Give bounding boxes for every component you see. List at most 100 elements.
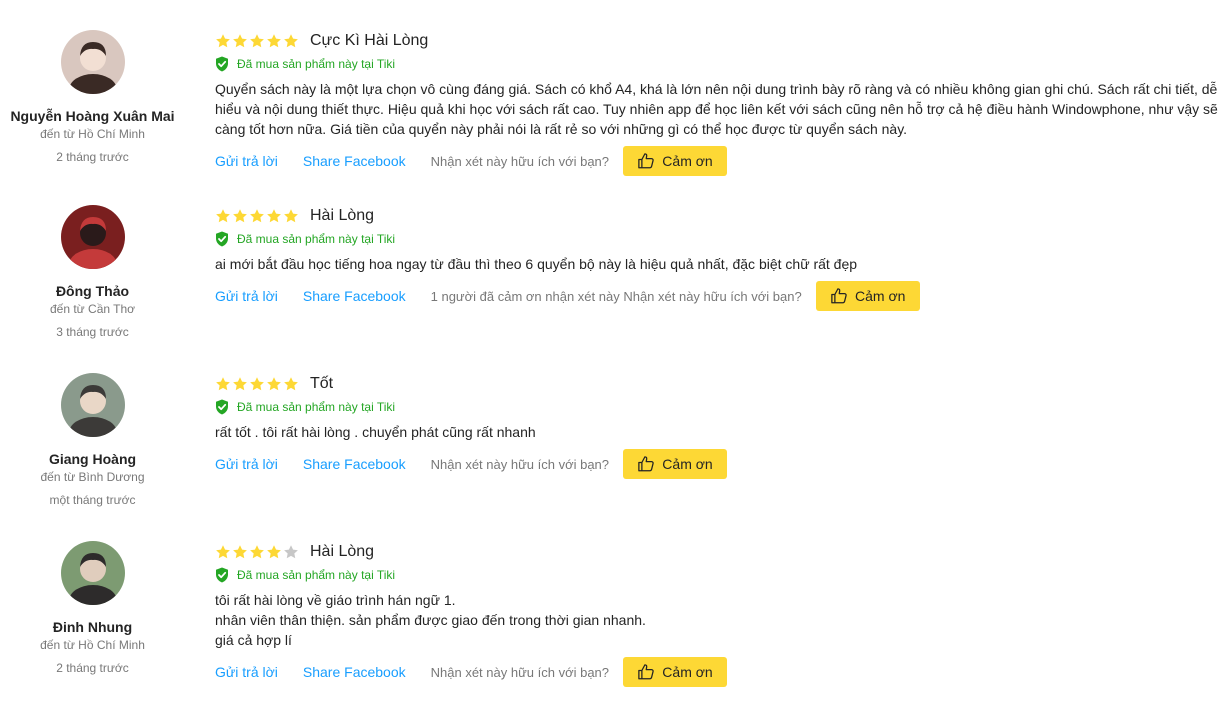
review-title: Hài Lòng	[310, 207, 375, 224]
star-icon	[250, 377, 264, 391]
star-icon	[267, 545, 281, 559]
review-body: rất tốt . tôi rất hài lòng . chuyển phát…	[215, 422, 1223, 442]
review-text-line: càng tốt hơn nữa. Giá tiền của quyển này…	[215, 121, 908, 137]
shield-check-icon	[216, 567, 228, 583]
review-title: Cực Kì Hài Lòng	[310, 32, 429, 49]
review-actions: Gửi trả lời Share Facebook 1 người đã cảm …	[215, 280, 1223, 312]
share-facebook-link[interactable]: Share Facebook	[303, 664, 406, 680]
review-author: Đông Thảo đến từ Cần Thơ 3 tháng trước	[0, 205, 185, 339]
author-name: Đinh Nhung	[52, 619, 133, 635]
thanks-button[interactable]: Cảm ơn	[623, 146, 728, 176]
review-text-line: nhân viên thân thiện. sản phẩm được giao…	[215, 612, 646, 628]
review-text-line: tôi rất hài lòng về giáo trình hán ngữ 1…	[215, 592, 456, 608]
verified-purchase: Đã mua sản phẩm này tại Tiki	[215, 567, 1223, 583]
review-text-line: Quyển sách này là một lựa chọn vô cùng đ…	[215, 81, 1218, 97]
helpful-question: Nhận xét này hữu ích với bạn?	[430, 456, 610, 472]
star-icon	[267, 209, 281, 223]
review-actions: Gửi trả lời Share Facebook Nhận xét này hữ…	[215, 145, 1223, 177]
thanks-label: Cảm ơn	[662, 456, 713, 472]
review-actions: Gửi trả lời Share Facebook Nhận xét này hữ…	[215, 656, 1223, 688]
thumbs-up-icon	[638, 664, 655, 680]
share-facebook-link[interactable]: Share Facebook	[303, 456, 406, 472]
review-text-line: rất tốt . tôi rất hài lòng . chuyển phát…	[215, 424, 536, 440]
review-time: 2 tháng trước	[56, 661, 129, 675]
thanks-button[interactable]: Cảm ơn	[815, 281, 920, 311]
verified-text: Đã mua sản phẩm này tại Tiki	[237, 568, 396, 582]
review-author: Đinh Nhung đến từ Hồ Chí Minh 2 tháng trướ…	[0, 541, 185, 675]
verified-text: Đã mua sản phẩm này tại Tiki	[237, 400, 396, 414]
rating-row: Tốt	[215, 373, 1223, 395]
avatar	[60, 373, 125, 437]
star-rating	[215, 544, 299, 560]
review-time: 3 tháng trước	[56, 325, 129, 339]
star-icon	[250, 545, 264, 559]
star-icon	[216, 34, 230, 48]
verified-purchase: Đã mua sản phẩm này tại Tiki	[215, 231, 1223, 247]
review-title: Tốt	[310, 375, 334, 392]
author-location: đến từ Bình Dương	[40, 470, 145, 484]
reply-link[interactable]: Gửi trả lời	[215, 456, 278, 472]
review-item: Đinh Nhung đến từ Hồ Chí Minh 2 tháng trướ…	[0, 541, 1223, 711]
review-text-line: ai mới bắt đầu học tiếng hoa ngay từ đầu…	[215, 256, 858, 272]
share-facebook-link[interactable]: Share Facebook	[303, 153, 406, 169]
star-icon	[284, 377, 298, 391]
reply-link[interactable]: Gửi trả lời	[215, 153, 278, 169]
review-content: Tốt Đã mua sản phẩm này tại Tiki rất tốt .…	[215, 373, 1223, 480]
verified-text: Đã mua sản phẩm này tại Tiki	[237, 57, 396, 71]
thumbs-up-icon	[831, 288, 847, 304]
review-body: tôi rất hài lòng về giáo trình hán ngữ 1…	[215, 590, 1223, 650]
review-text-line: giá cả hợp lí	[215, 632, 292, 648]
review-author: Giang Hoàng đến từ Bình Dương một tháng tr…	[0, 373, 185, 507]
reply-link[interactable]: Gửi trả lời	[215, 288, 278, 304]
star-icon	[250, 209, 264, 223]
star-icon	[233, 377, 247, 391]
rating-row: Hài Lòng	[215, 541, 1223, 563]
reply-link[interactable]: Gửi trả lời	[215, 664, 278, 680]
review-content: Hài Lòng Đã mua sản phẩm này tại Tiki tôi …	[215, 541, 1223, 688]
shield-check-icon	[216, 231, 228, 247]
star-icon	[233, 545, 247, 559]
review-title: Hài Lòng	[310, 543, 375, 560]
review-author: Nguyễn Hoàng Xuân Mai đến từ Hồ Chí Minh 2…	[0, 30, 185, 164]
thanks-button[interactable]: Cảm ơn	[623, 657, 728, 687]
rating-row: Hài Lòng	[215, 205, 1223, 227]
review-content: Cực Kì Hài Lòng Đã mua sản phẩm này tại T…	[215, 30, 1223, 177]
verified-purchase: Đã mua sản phẩm này tại Tiki	[215, 399, 1223, 415]
author-name: Giang Hoàng	[48, 451, 137, 467]
star-rating	[215, 208, 299, 224]
shield-check-icon	[216, 56, 228, 72]
star-icon	[284, 209, 298, 223]
star-icon	[233, 209, 247, 223]
star-icon	[216, 209, 230, 223]
review-time: một tháng trước	[49, 493, 136, 507]
review-content: Hài Lòng Đã mua sản phẩm này tại Tiki ai m…	[215, 205, 1223, 312]
review-time: 2 tháng trước	[56, 150, 129, 164]
review-actions: Gửi trả lời Share Facebook Nhận xét này hữ…	[215, 448, 1223, 480]
star-icon	[284, 34, 298, 48]
author-location: đến từ Hồ Chí Minh	[40, 127, 145, 141]
helpful-question: Nhận xét này hữu ích với bạn?	[430, 153, 610, 169]
star-icon	[216, 377, 230, 391]
thanks-button[interactable]: Cảm ơn	[623, 449, 728, 479]
star-rating	[215, 376, 299, 392]
author-name: Đông Thảo	[55, 283, 130, 299]
avatar	[60, 541, 125, 605]
review-item: Đông Thảo đến từ Cần Thơ 3 tháng trước Hài …	[0, 205, 1223, 375]
shield-check-icon	[216, 399, 228, 415]
star-icon	[284, 545, 298, 559]
review-body: Quyển sách này là một lựa chọn vô cùng đ…	[215, 79, 1223, 139]
verified-text: Đã mua sản phẩm này tại Tiki	[237, 232, 396, 246]
star-icon	[250, 34, 264, 48]
avatar	[60, 30, 125, 94]
helpful-question: 1 người đã cảm ơn nhận xét này Nhận xét …	[430, 288, 802, 304]
review-text-line: hiểu và nội dung thiết thực. Hiệu quả kh…	[215, 101, 1218, 117]
star-icon	[233, 34, 247, 48]
review-item: Nguyễn Hoàng Xuân Mai đến từ Hồ Chí Minh 2…	[0, 30, 1223, 200]
thanks-label: Cảm ơn	[855, 288, 906, 304]
helpful-question: Nhận xét này hữu ích với bạn?	[430, 664, 610, 680]
star-rating	[215, 33, 299, 49]
star-icon	[267, 377, 281, 391]
review-body: ai mới bắt đầu học tiếng hoa ngay từ đầu…	[215, 254, 1223, 274]
star-icon	[216, 545, 230, 559]
share-facebook-link[interactable]: Share Facebook	[303, 288, 406, 304]
